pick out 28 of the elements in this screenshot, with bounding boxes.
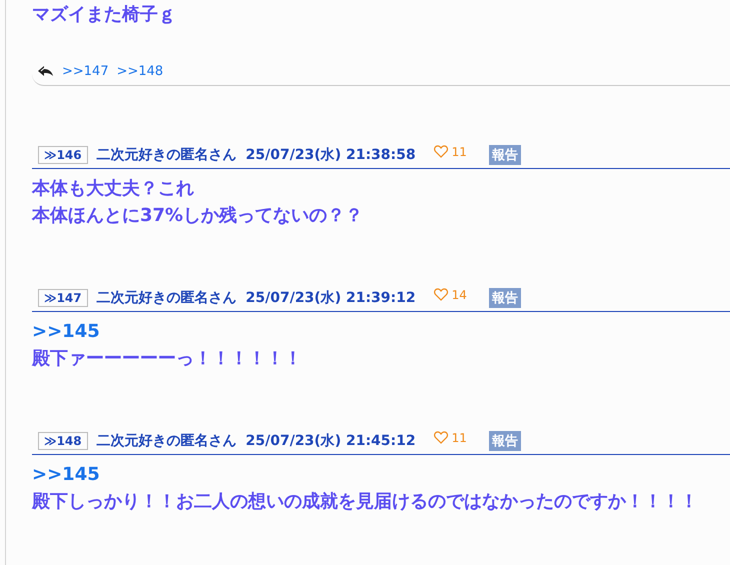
post-text: 本体も大丈夫？これ [32, 177, 195, 201]
post-text: 殿下しっかり！！お二人の想いの成就を見届けるのではなかったのですか！！！！ [32, 490, 699, 514]
heart-icon[interactable] [434, 145, 448, 158]
post-number-link[interactable]: ≫147 [38, 288, 88, 306]
like-count: 11 [452, 144, 467, 158]
reply-anchor-link[interactable]: >>145 [32, 318, 730, 345]
like-count: 14 [452, 288, 467, 302]
report-button[interactable]: 報告 [488, 288, 521, 308]
post-text: 殿下ァーーーーーっ！！！！！！ [32, 347, 303, 371]
reply-link[interactable]: >>148 [116, 64, 164, 78]
reply-anchor-link[interactable]: >>145 [32, 461, 730, 488]
report-button[interactable]: 報告 [488, 430, 521, 450]
heart-icon[interactable] [434, 288, 448, 301]
post-date: 25/07/23(水) 21:39:12 [246, 288, 416, 306]
reply-icon [38, 65, 54, 77]
poster-name: 二次元好きの匿名さん [96, 288, 237, 306]
heart-icon[interactable] [434, 431, 448, 444]
post-number-link[interactable]: ≫146 [38, 146, 88, 164]
post-text: マズイまた椅子ｇ [32, 3, 177, 27]
post-date: 25/07/23(水) 21:38:58 [246, 146, 416, 164]
poster-name: 二次元好きの匿名さん [96, 146, 237, 164]
reply-link[interactable]: >>147 [62, 64, 109, 78]
post-text: 本体ほんとに37%しか残ってないの？？ [32, 204, 364, 228]
post-number-link[interactable]: ≫148 [38, 432, 88, 450]
poster-name: 二次元好きの匿名さん [96, 432, 237, 450]
report-button[interactable]: 報告 [488, 144, 521, 164]
like-count: 11 [452, 430, 467, 444]
post-date: 25/07/23(水) 21:45:12 [246, 432, 416, 450]
